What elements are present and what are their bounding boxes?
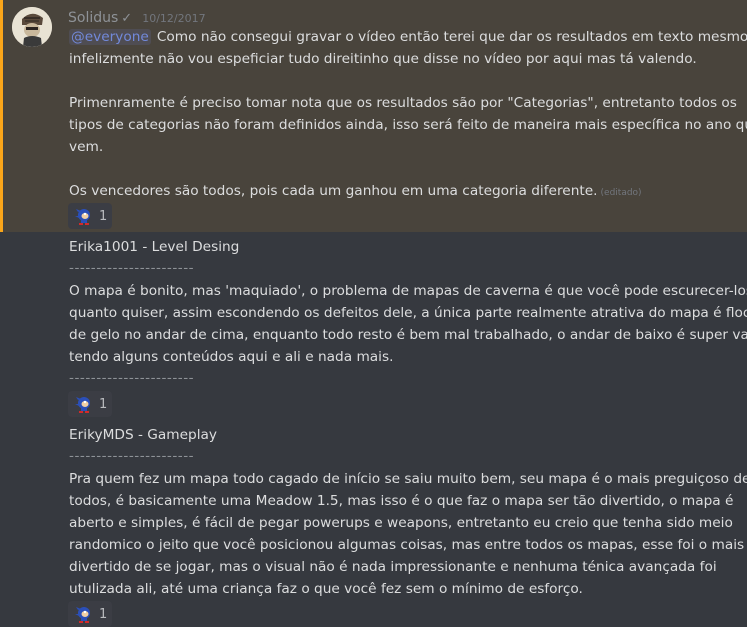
reaction-count: 1 bbox=[99, 396, 108, 412]
reaction-button[interactable]: 1 bbox=[68, 391, 112, 417]
message-line: @everyone Como não consegui gravar o víde… bbox=[69, 28, 747, 46]
reaction-count: 1 bbox=[99, 606, 108, 622]
avatar-icon bbox=[12, 7, 52, 47]
user-avatar[interactable] bbox=[12, 7, 52, 47]
divider: ----------------------- bbox=[69, 260, 195, 276]
message-line: tipos de categorias não foram definidos … bbox=[69, 117, 747, 133]
entry-title: Erika1001 - Level Desing bbox=[69, 239, 240, 255]
timestamp: 10/12/2017 bbox=[142, 12, 206, 25]
mention-bar bbox=[0, 0, 3, 232]
message-line: vem. bbox=[69, 139, 104, 155]
entry-line: quanto quiser, assim escondendo os defei… bbox=[69, 305, 747, 321]
divider: ----------------------- bbox=[69, 370, 195, 386]
edited-label: (editado) bbox=[600, 188, 642, 198]
message-line: infelizmente não vou espeficiar tudo dir… bbox=[69, 51, 697, 67]
reaction-button[interactable]: 1 bbox=[68, 601, 112, 627]
sonic-emoji-icon bbox=[75, 207, 93, 225]
divider: ----------------------- bbox=[69, 448, 195, 464]
entry-line: todos, é basicamente uma Meadow 1.5, mas… bbox=[69, 493, 734, 509]
reaction-button[interactable]: 1 bbox=[68, 203, 112, 229]
entry-line: utulizada ali, até uma criança faz o que… bbox=[69, 581, 583, 597]
entry-title: ErikyMDS - Gameplay bbox=[69, 427, 218, 443]
message-line: Os vencedores são todos, pois cada um ga… bbox=[69, 182, 642, 202]
entry-line: randomico o jeito que você posicionou al… bbox=[69, 537, 745, 553]
everyone-mention[interactable]: @everyone bbox=[69, 29, 151, 45]
sonic-emoji-icon bbox=[75, 395, 93, 413]
entry-line: Pra quem fez um mapa todo cagado de iníc… bbox=[69, 471, 747, 487]
sonic-emoji-icon bbox=[75, 605, 93, 623]
entry-line: aberto e simples, é fácil de pegar power… bbox=[69, 515, 733, 531]
entry-line: tendo alguns conteúdos aqui e ali e nada… bbox=[69, 349, 394, 365]
entry-line: O mapa é bonito, mas 'maquiado', o probl… bbox=[69, 283, 747, 299]
message-line: Primenramente é preciso tomar nota que o… bbox=[69, 95, 737, 111]
message-header: Solidus ✓ 10/12/2017 bbox=[68, 7, 206, 26]
verified-icon: ✓ bbox=[121, 11, 133, 26]
message-text: Os vencedores são todos, pois cada um ga… bbox=[69, 183, 598, 199]
reaction-count: 1 bbox=[99, 208, 108, 224]
entry-line: divertido de se jogar, mas o visual não … bbox=[69, 559, 717, 575]
entry-line: de gelo no andar de cima, enquanto todo … bbox=[69, 327, 747, 343]
username[interactable]: Solidus bbox=[68, 10, 118, 26]
message-text: Como não consegui gravar o vídeo então t… bbox=[156, 29, 747, 45]
